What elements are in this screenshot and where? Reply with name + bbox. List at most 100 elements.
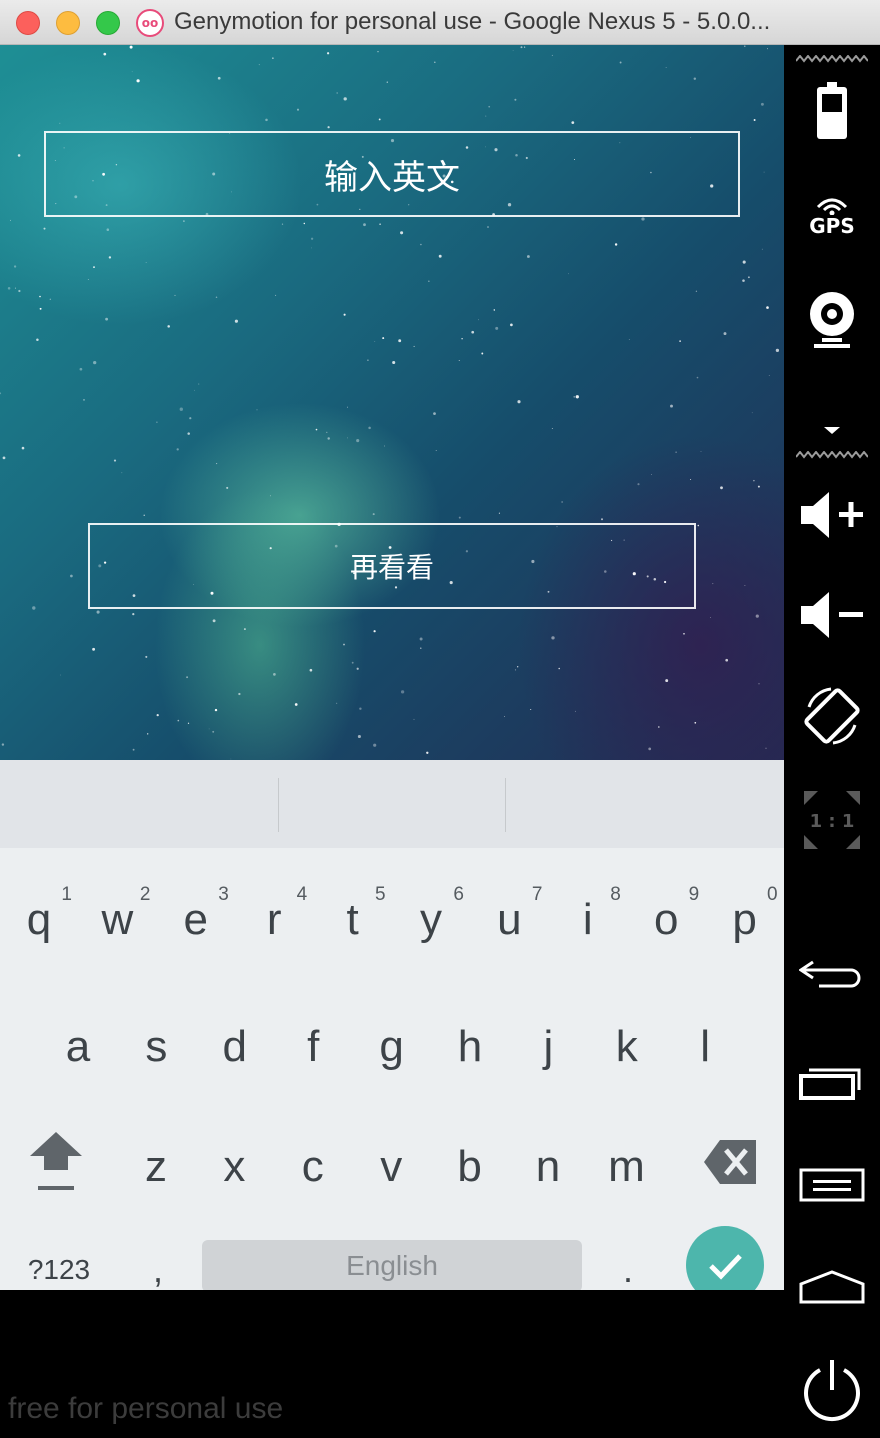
key-label: r (266, 895, 282, 944)
key-u[interactable]: 7u (470, 870, 548, 980)
key-m[interactable]: m (587, 1105, 665, 1215)
recent-apps-button[interactable] (784, 1057, 880, 1107)
key-label: v (380, 1142, 403, 1191)
english-input-field[interactable]: 输入英文 (44, 131, 740, 217)
key-label: e (183, 895, 209, 944)
key-label: g (379, 1022, 404, 1071)
key-label: t (346, 895, 359, 944)
power-icon (804, 1360, 860, 1421)
key-label: x (223, 1142, 246, 1191)
key-l[interactable]: l (666, 985, 744, 1095)
key-label: w (101, 895, 134, 944)
close-window-button[interactable] (16, 11, 40, 35)
key-e[interactable]: 3e (157, 870, 235, 980)
key-label: n (535, 1142, 561, 1191)
emulator-bottom-bar (0, 1290, 784, 1393)
backspace-icon (704, 1140, 756, 1184)
toolbar-grip (796, 55, 868, 63)
suggestion-strip (0, 760, 784, 848)
toolbar-collapse-arrow[interactable] (822, 425, 842, 435)
rotate-icon (804, 687, 860, 745)
power-button[interactable] (784, 1355, 880, 1427)
key-g[interactable]: g (353, 985, 431, 1095)
volume-down-button[interactable] (784, 585, 880, 645)
toolbar-grip (796, 451, 868, 459)
key-label: c (301, 1142, 324, 1191)
minimize-window-button[interactable] (56, 11, 80, 35)
menu-icon (799, 1168, 865, 1202)
key-v[interactable]: v (352, 1105, 430, 1215)
key-x[interactable]: x (195, 1105, 273, 1215)
gps-icon (816, 198, 848, 215)
key-label: s (145, 1022, 168, 1071)
soft-keyboard: 1q2w3e4r5t6y7u8i9o0p asdfghjkl zxcvbnm ?… (0, 760, 784, 1335)
android-menu-button[interactable] (784, 1159, 880, 1209)
battery-icon (817, 82, 847, 139)
key-y[interactable]: 6y (392, 870, 470, 980)
back-icon (799, 960, 861, 988)
suggestion-divider (278, 778, 279, 832)
key-label: f (307, 1022, 320, 1071)
key-k[interactable]: k (588, 985, 666, 1095)
space-bar[interactable]: English (202, 1240, 582, 1292)
key-r[interactable]: 4r (235, 870, 313, 980)
device-screen: 输入英文 再看看 1q2w3e4r5t6y7u8i9o0p asdfghjkl … (0, 45, 784, 1335)
key-label: m (608, 1142, 645, 1191)
look-again-button[interactable]: 再看看 (88, 523, 696, 609)
gps-button[interactable]: GPS (784, 185, 880, 247)
key-j[interactable]: j (509, 985, 587, 1095)
volume-up-icon (801, 492, 863, 538)
key-label: p (732, 895, 757, 944)
key-label: l (700, 1022, 711, 1071)
key-label: k (615, 1022, 638, 1071)
key-label: z (145, 1142, 167, 1191)
key-label: h (457, 1022, 483, 1071)
key-c[interactable]: c (274, 1105, 352, 1215)
key-label: j (543, 1022, 554, 1071)
android-home-button[interactable] (784, 1263, 880, 1313)
volume-down-icon (801, 592, 863, 638)
key-z[interactable]: z (117, 1105, 195, 1215)
key-s[interactable]: s (117, 985, 195, 1095)
key-w[interactable]: 2w (78, 870, 156, 980)
shift-key[interactable] (14, 1122, 98, 1212)
key-t[interactable]: 5t (314, 870, 392, 980)
android-back-button[interactable] (784, 947, 880, 997)
key-q[interactable]: 1q (0, 870, 78, 980)
key-p[interactable]: 0p (706, 870, 784, 980)
checkmark-icon (709, 1254, 742, 1280)
pixel-perfect-button[interactable]: 1 : 1 (784, 785, 880, 855)
backspace-key[interactable] (690, 1122, 770, 1212)
ratio-label: 1 : 1 (810, 811, 855, 832)
webcam-icon (810, 292, 854, 348)
key-label: q (26, 895, 52, 944)
recent-apps-icon (799, 1068, 861, 1100)
rotate-button[interactable] (784, 683, 880, 749)
look-again-label: 再看看 (349, 551, 434, 584)
window-title-bar: oo Genymotion for personal use - Google … (0, 0, 880, 45)
battery-button[interactable] (784, 79, 880, 143)
volume-up-button[interactable] (784, 485, 880, 545)
key-label: i (582, 895, 593, 944)
english-input-placeholder: 输入英文 (324, 157, 460, 198)
key-label: a (65, 1022, 91, 1071)
key-h[interactable]: h (431, 985, 509, 1095)
key-label: o (653, 895, 679, 944)
key-f[interactable]: f (274, 985, 352, 1095)
suggestion-divider (505, 778, 506, 832)
key-o[interactable]: 9o (627, 870, 705, 980)
emulator-toolbar: GPS 1: 1 (784, 45, 880, 1438)
key-label: y (420, 895, 442, 944)
key-label: b (457, 1142, 482, 1191)
key-i[interactable]: 8i (549, 870, 627, 980)
key-a[interactable]: a (39, 985, 117, 1095)
maximize-window-button[interactable] (96, 11, 120, 35)
home-icon (799, 1270, 865, 1304)
key-n[interactable]: n (509, 1105, 587, 1215)
gps-label: GPS (809, 214, 855, 238)
scale-icon: 1 : 1 (804, 791, 860, 849)
key-d[interactable]: d (196, 985, 274, 1095)
key-label: d (222, 1022, 248, 1071)
webcam-button[interactable] (784, 287, 880, 351)
key-b[interactable]: b (431, 1105, 509, 1215)
